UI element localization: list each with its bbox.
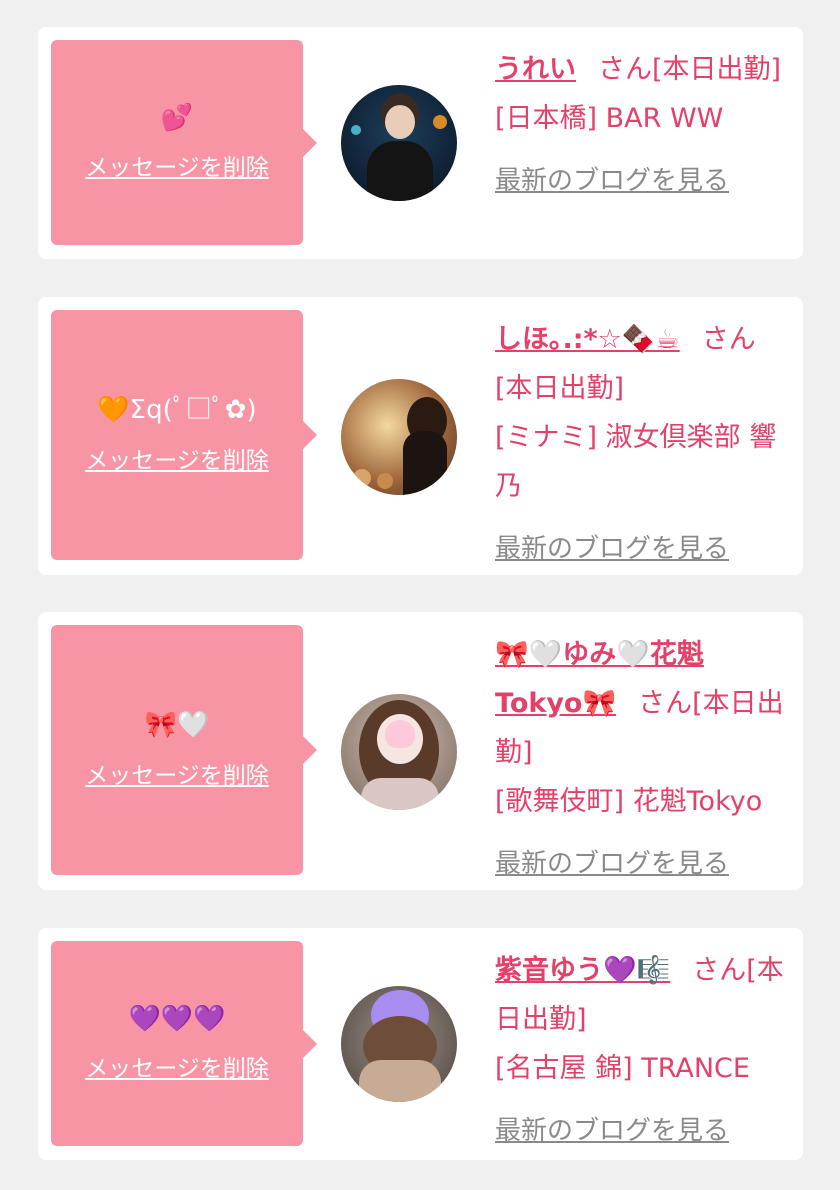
delete-message-link[interactable]: メッセージを削除 [85,1049,269,1083]
message-list: 💕 メッセージを削除 うれい さん[本日出勤] [日本橋] BAR WW 最新のブ… [0,0,840,1190]
delete-message-link[interactable]: メッセージを削除 [85,441,269,475]
cast-name-link[interactable]: しほ｡.:*☆🍫☕ [495,324,680,355]
entry-info: 紫音ゆう💜🎼 さん[本日出勤] [名古屋 錦] TRANCE 最新のブログを見る [495,946,785,1156]
message-text: 🎀🤍 [144,710,210,741]
blog-link[interactable]: 最新のブログを見る [495,1107,785,1156]
delete-message-link[interactable]: メッセージを削除 [85,148,269,182]
avatar[interactable] [341,379,457,495]
message-bubble: 🧡Σq(ﾟ□ﾟ✿) メッセージを削除 [51,310,317,560]
entry-info: うれい さん[本日出勤] [日本橋] BAR WW 最新のブログを見る [495,45,785,206]
blog-link[interactable]: 最新のブログを見る [495,840,785,889]
entry-info: しほ｡.:*☆🍫☕ さん[本日出勤] [ミナミ] 淑女倶楽部 響乃 最新のブログを… [495,315,785,574]
message-text: 🧡Σq(ﾟ□ﾟ✿) [97,395,257,426]
message-bubble: 💜💜💜 メッセージを削除 [51,941,317,1146]
area-shop: [ミナミ] 淑女倶楽部 響乃 [495,422,777,502]
blog-link[interactable]: 最新のブログを見る [495,157,785,206]
list-item: 🧡Σq(ﾟ□ﾟ✿) メッセージを削除 しほ｡.:*☆🍫☕ さん[本日出勤] [ミナ… [38,297,803,575]
area-shop: [名古屋 錦] TRANCE [495,1053,750,1084]
message-text: 💜💜💜 [128,1003,226,1034]
area-shop: [歌舞伎町] 花魁Tokyo [495,786,763,817]
avatar[interactable] [341,694,457,810]
status-text: さん[本日出勤] [598,54,782,85]
message-bubble: 🎀🤍 メッセージを削除 [51,625,317,875]
delete-message-link[interactable]: メッセージを削除 [85,756,269,790]
avatar[interactable] [341,986,457,1102]
list-item: 💕 メッセージを削除 うれい さん[本日出勤] [日本橋] BAR WW 最新のブ… [38,27,803,259]
message-text: 💕 [160,102,194,133]
list-item: 💜💜💜 メッセージを削除 紫音ゆう💜🎼 さん[本日出勤] [名古屋 錦] TRAN… [38,928,803,1160]
entry-info: 🎀🤍ゆみ🤍花魁Tokyo🎀 さん[本日出勤] [歌舞伎町] 花魁Tokyo 最新の… [495,630,785,889]
area-shop: [日本橋] BAR WW [495,103,724,134]
cast-name-link[interactable]: 紫音ゆう💜🎼 [495,955,670,986]
blog-link[interactable]: 最新のブログを見る [495,525,785,574]
cast-name-link[interactable]: うれい [495,54,576,85]
message-bubble: 💕 メッセージを削除 [51,40,317,245]
list-item: 🎀🤍 メッセージを削除 🎀🤍ゆみ🤍花魁Tokyo🎀 さん[本日出勤] [歌舞伎町]… [38,612,803,890]
avatar[interactable] [341,85,457,201]
